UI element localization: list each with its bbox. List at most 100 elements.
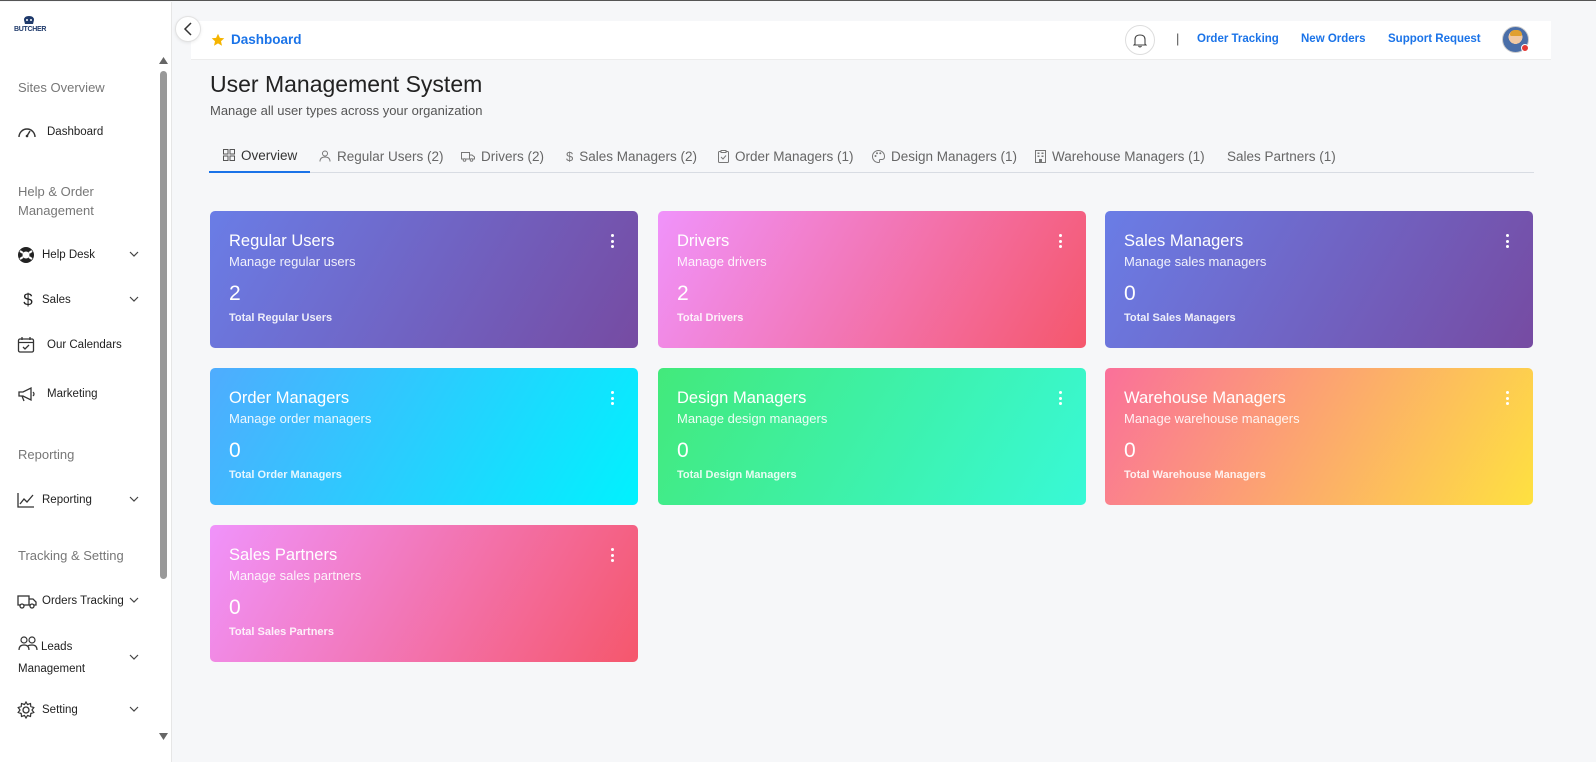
breadcrumb[interactable]: Dashboard [211, 32, 302, 47]
calendar-check-icon [17, 335, 39, 355]
page-title: User Management System [210, 71, 483, 97]
brand-logo[interactable]: BUTCHER [14, 14, 47, 38]
card-count-label: Total Regular Users [229, 312, 333, 324]
truck-icon [461, 151, 475, 162]
chevron-left-icon [183, 22, 192, 36]
card-title: Regular Users [229, 232, 335, 250]
status-dot [1521, 44, 1529, 52]
support-request-link[interactable]: Support Request [1388, 33, 1481, 45]
megaphone-icon [17, 384, 39, 404]
dollar-icon: $ [23, 290, 33, 309]
card-count: 0 [677, 439, 689, 462]
sidebar-item-label: Dashboard [47, 126, 104, 138]
card-count: 0 [1124, 282, 1136, 305]
tab-sales-managers[interactable]: $ Sales Managers (2) [566, 139, 697, 173]
card-subtitle: Manage order managers [229, 411, 372, 426]
tab-label: Drivers (2) [481, 148, 544, 164]
sidebar-item-label: Sales [42, 294, 71, 306]
card-sales-managers[interactable]: Sales Managers Manage sales managers 0 T… [1105, 211, 1533, 348]
star-icon [211, 33, 225, 46]
card-count: 2 [229, 282, 241, 305]
card-count: 0 [229, 596, 241, 619]
grid-icon [223, 149, 235, 161]
sidebar-item-label: Setting [42, 704, 78, 716]
sidebar-item-help-desk[interactable]: Help Desk [17, 245, 143, 265]
more-options-icon[interactable] [1056, 391, 1064, 405]
tab-label: Order Managers (1) [735, 148, 854, 164]
card-drivers[interactable]: Drivers Manage drivers 2 Total Drivers [658, 211, 1086, 348]
card-title: Drivers [677, 232, 730, 250]
page-subtitle: Manage all user types across your organi… [210, 103, 483, 118]
chevron-down-icon [129, 651, 139, 663]
card-regular-users[interactable]: Regular Users Manage regular users 2 Tot… [210, 211, 638, 348]
sidebar-scrollbar[interactable] [158, 57, 168, 740]
sidebar-item-reporting[interactable]: Reporting [17, 490, 143, 510]
more-options-icon[interactable] [608, 391, 616, 405]
card-title: Order Managers [229, 389, 350, 407]
tab-order-managers[interactable]: Order Managers (1) [718, 139, 854, 173]
tab-drivers[interactable]: Drivers (2) [461, 139, 544, 173]
chevron-down-icon [129, 594, 139, 606]
sidebar-item-our-calendars[interactable]: Our Calendars [17, 335, 143, 355]
scroll-down-icon[interactable] [159, 733, 168, 740]
logo-text: BUTCHER [14, 26, 47, 33]
more-options-icon[interactable] [1503, 234, 1511, 248]
user-icon [319, 150, 331, 162]
sidebar-collapse-button[interactable] [175, 16, 201, 42]
more-options-icon[interactable] [1503, 391, 1511, 405]
sidebar-item-label: Marketing [47, 388, 98, 400]
card-subtitle: Manage warehouse managers [1124, 411, 1300, 426]
sidebar-item-sales[interactable]: $ Sales [17, 290, 143, 310]
clipboard-check-icon [718, 149, 729, 163]
card-title: Design Managers [677, 389, 807, 407]
card-title: Sales Managers [1124, 232, 1244, 250]
chevron-down-icon [129, 493, 139, 505]
top-bar: Dashboard | Order Tracking New Orders Su… [191, 21, 1551, 60]
card-sales-partners[interactable]: Sales Partners Manage sales partners 0 T… [210, 525, 638, 662]
palette-icon [872, 149, 885, 163]
more-options-icon[interactable] [608, 234, 616, 248]
cow-icon [24, 16, 34, 24]
gear-icon [17, 700, 39, 720]
card-title: Sales Partners [229, 546, 338, 564]
card-order-managers[interactable]: Order Managers Manage order managers 0 T… [210, 368, 638, 505]
dollar-icon: $ [566, 148, 574, 164]
order-tracking-link[interactable]: Order Tracking [1197, 33, 1279, 45]
sidebar-item-setting[interactable]: Setting [17, 700, 143, 720]
sidebar-item-dashboard[interactable]: Dashboard [17, 122, 143, 142]
sidebar-item-label: Our Calendars [47, 339, 122, 351]
notifications-button[interactable] [1125, 25, 1155, 55]
new-orders-link[interactable]: New Orders [1301, 33, 1366, 45]
card-warehouse-managers[interactable]: Warehouse Managers Manage warehouse mana… [1105, 368, 1533, 505]
more-options-icon[interactable] [608, 548, 616, 562]
scroll-thumb[interactable] [160, 71, 167, 579]
tab-warehouse-managers[interactable]: Warehouse Managers (1) [1035, 139, 1205, 173]
sidebar-item-marketing[interactable]: Marketing [17, 384, 143, 404]
tab-overview[interactable]: Overview [209, 139, 311, 173]
more-options-icon[interactable] [1056, 234, 1064, 248]
card-count: 0 [229, 439, 241, 462]
user-avatar[interactable] [1502, 26, 1529, 53]
tab-label: Design Managers (1) [891, 148, 1018, 164]
tab-regular-users[interactable]: Regular Users (2) [319, 139, 444, 173]
section-sites-overview: Sites Overview [18, 80, 105, 95]
sidebar-item-leads-management[interactable]: Leads Management [18, 636, 143, 680]
tab-sales-partners[interactable]: Sales Partners (1) [1227, 139, 1336, 173]
line-chart-icon [17, 490, 39, 510]
chevron-down-icon [129, 248, 139, 260]
card-count-label: Total Drivers [677, 312, 744, 324]
chevron-down-icon [129, 293, 139, 305]
scroll-up-icon[interactable] [159, 57, 168, 64]
card-count-label: Total Sales Managers [1124, 312, 1236, 324]
user-type-tabs: Overview Regular Users (2) Drivers (2) $… [209, 139, 1534, 173]
truck-icon [17, 591, 39, 611]
card-count-label: Total Design Managers [677, 469, 797, 481]
card-subtitle: Manage regular users [229, 254, 356, 269]
card-design-managers[interactable]: Design Managers Manage design managers 0… [658, 368, 1086, 505]
card-subtitle: Manage sales partners [229, 568, 362, 583]
people-icon [18, 636, 38, 660]
sidebar: BUTCHER Sites Overview Dashboard Help & … [0, 2, 172, 762]
sidebar-item-orders-tracking[interactable]: Orders Tracking [17, 591, 143, 611]
tab-design-managers[interactable]: Design Managers (1) [872, 139, 1017, 173]
section-help-order-management: Help & Order Management [18, 184, 94, 218]
